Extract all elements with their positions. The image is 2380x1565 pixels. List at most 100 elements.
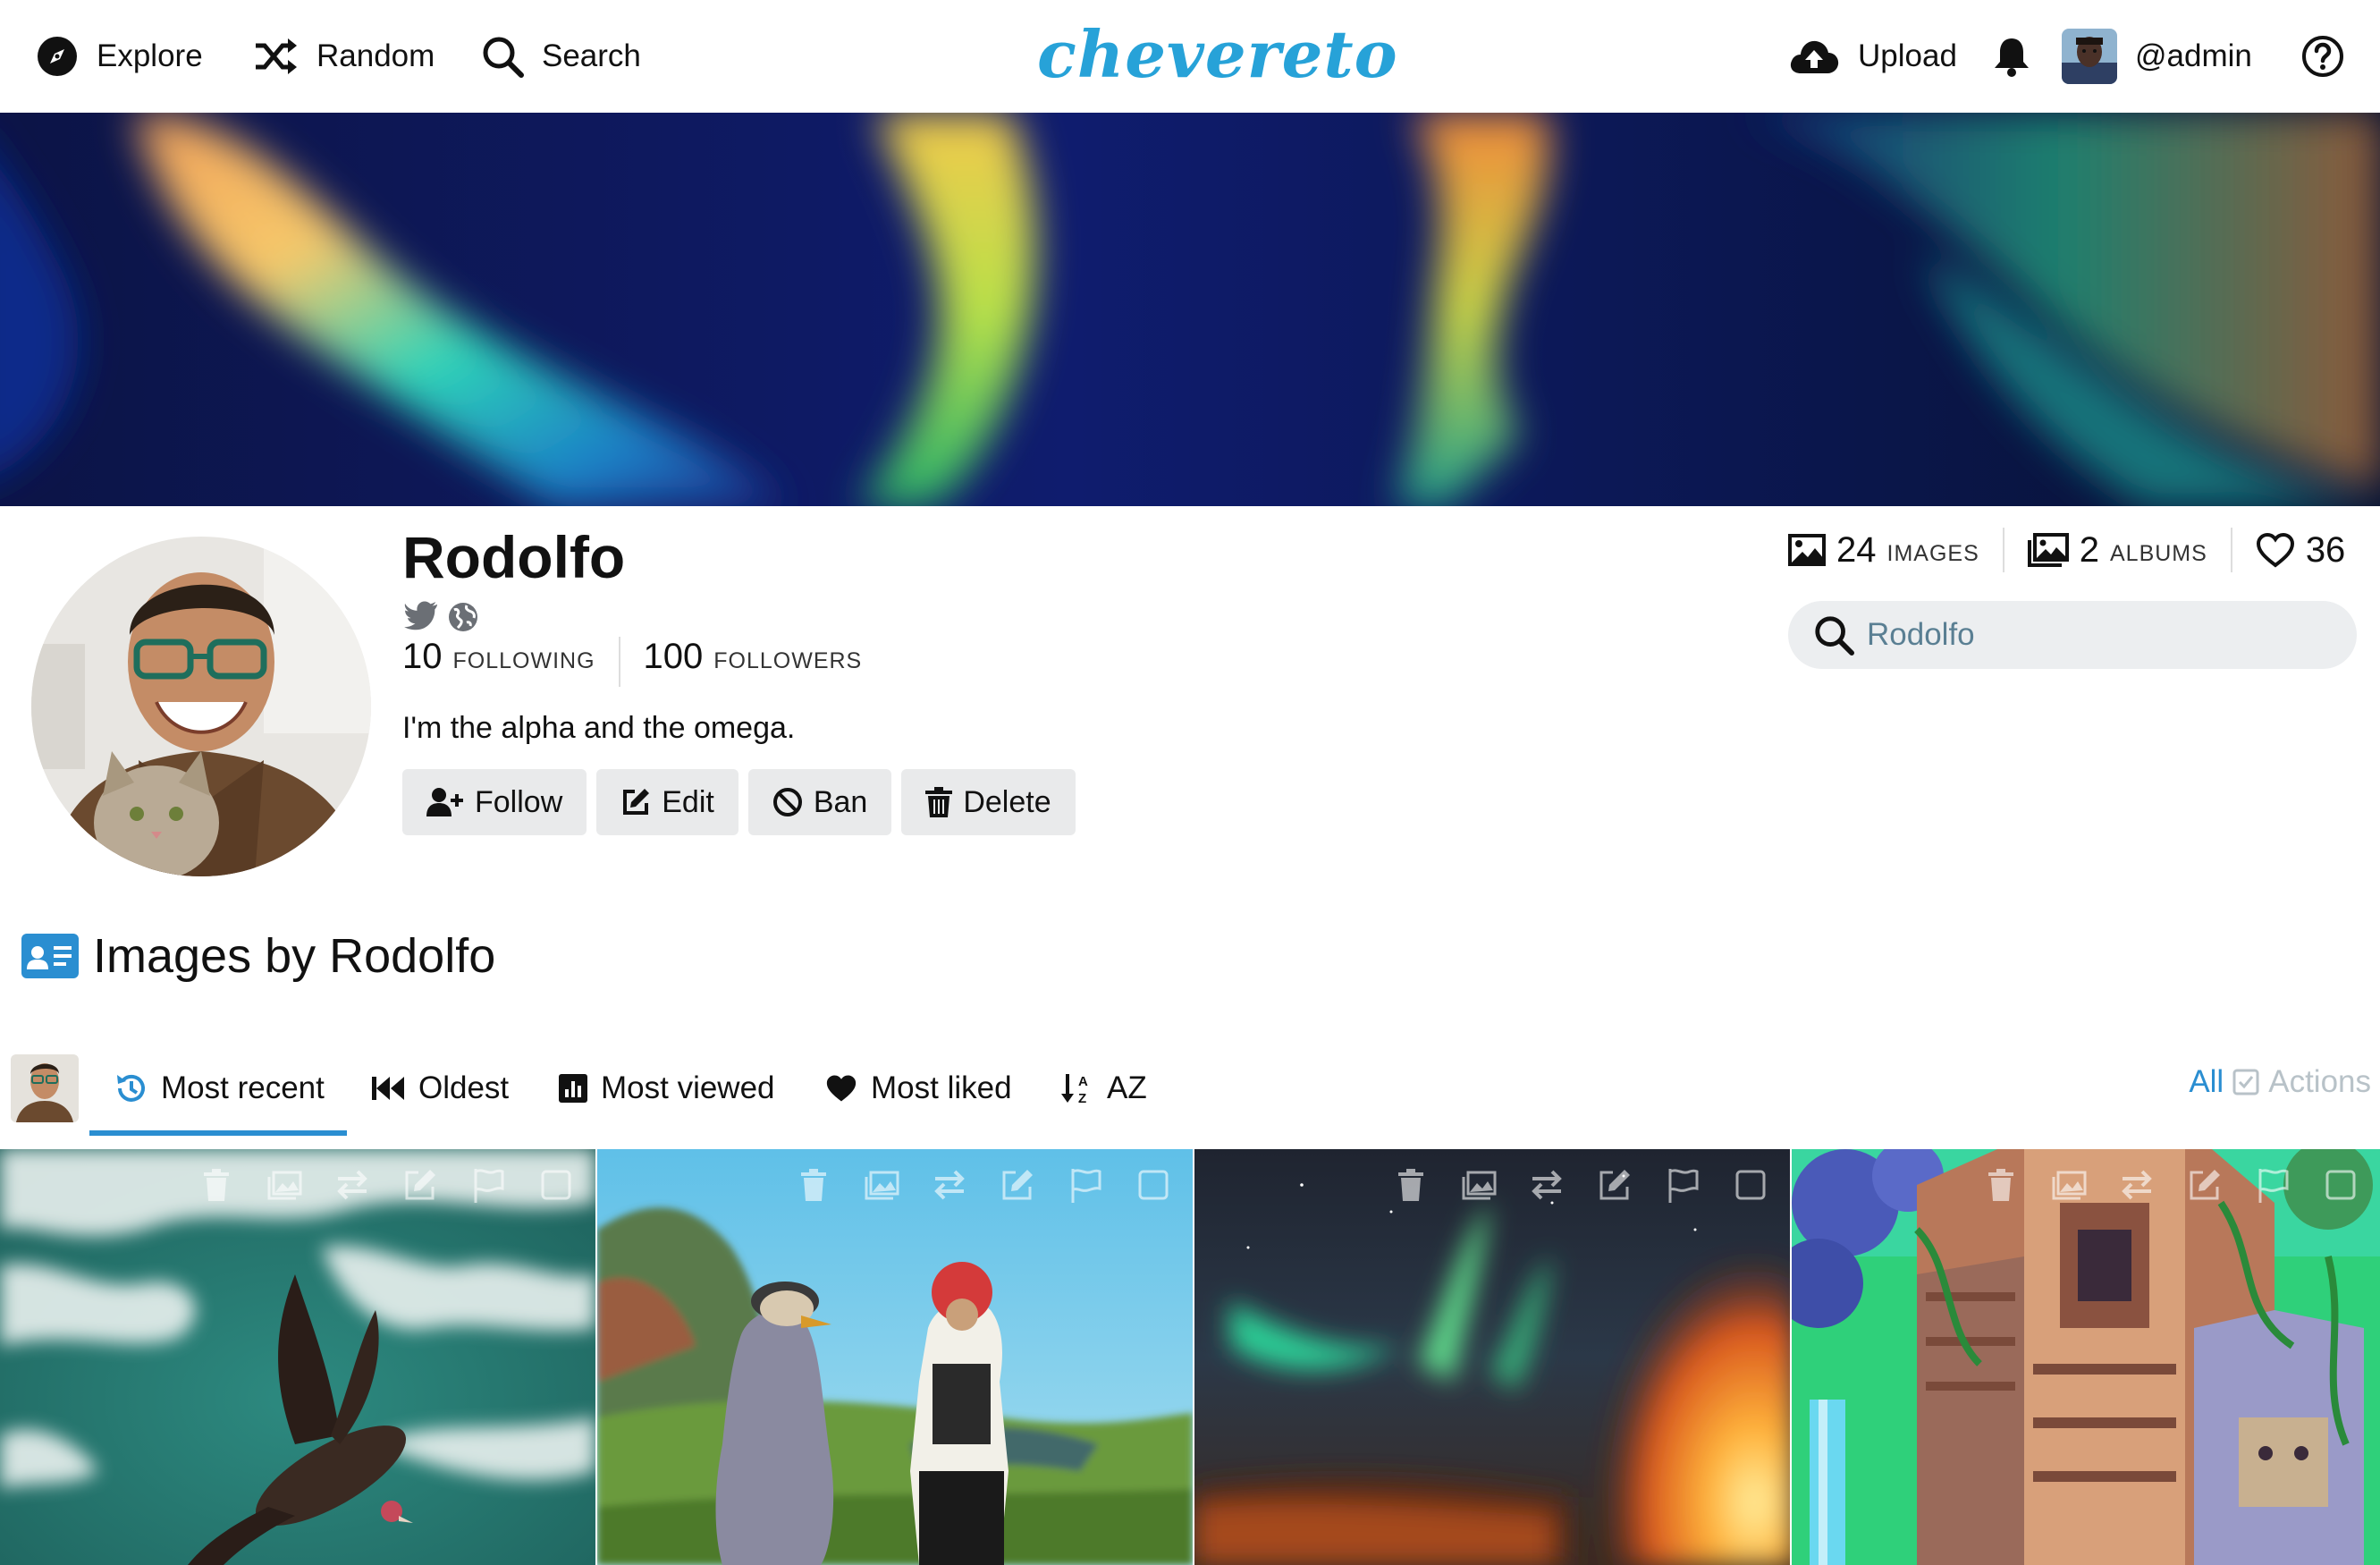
tab-most-recent-label: Most recent: [161, 1070, 325, 1105]
tab-most-recent[interactable]: Most recent: [114, 1037, 325, 1139]
edit-icon[interactable]: [399, 1163, 442, 1206]
image-tools: [1389, 1163, 1772, 1206]
tab-oldest-label: Oldest: [418, 1070, 510, 1105]
user-search-field[interactable]: [1788, 601, 2357, 669]
twitter-icon[interactable]: [404, 601, 438, 631]
select-checkbox-icon[interactable]: [535, 1163, 578, 1206]
following-label[interactable]: FOLLOWING: [453, 648, 595, 674]
section-title: Images by Rodolfo: [93, 929, 496, 983]
transfer-icon[interactable]: [2115, 1163, 2158, 1206]
follow-button[interactable]: Follow: [402, 769, 587, 835]
svg-text:A: A: [1078, 1074, 1088, 1089]
images-count: 24: [1836, 529, 1877, 570]
explore-link[interactable]: Explore: [36, 0, 203, 113]
edit-icon[interactable]: [996, 1163, 1039, 1206]
image-thumbnail-4[interactable]: [1792, 1149, 2380, 1565]
compass-icon: [38, 37, 77, 76]
search-link[interactable]: Search: [481, 0, 641, 113]
help-button[interactable]: [2301, 0, 2344, 113]
profile-cover-banner: [0, 113, 2380, 506]
trash-icon[interactable]: [1389, 1163, 1432, 1206]
id-card-icon: [21, 934, 79, 978]
likes-stat[interactable]: 36: [2256, 529, 2346, 571]
upload-button[interactable]: Upload: [1788, 0, 1957, 113]
trash-icon[interactable]: [792, 1163, 835, 1206]
image-tools: [1979, 1163, 2362, 1206]
tab-most-liked[interactable]: Most liked: [824, 1037, 1012, 1139]
transfer-icon[interactable]: [331, 1163, 374, 1206]
heart-icon: [2256, 532, 2294, 568]
globe-icon[interactable]: [447, 601, 479, 633]
actions-menu[interactable]: Actions: [2268, 1064, 2371, 1100]
heart-icon: [826, 1075, 857, 1102]
follow-stats: 10 FOLLOWING 100 FOLLOWERS: [402, 637, 862, 687]
follow-label: Follow: [475, 784, 563, 819]
delete-button[interactable]: Delete: [901, 769, 1076, 835]
user-search-input[interactable]: [1867, 617, 2332, 653]
list-actions: All Actions: [2189, 1037, 2371, 1127]
move-to-album-icon[interactable]: [263, 1163, 306, 1206]
upload-label: Upload: [1858, 38, 1957, 73]
divider: [2002, 528, 2004, 572]
profile-actions: Follow Edit Ban Delete: [402, 769, 1076, 835]
ban-icon: [772, 788, 802, 816]
edit-icon[interactable]: [2183, 1163, 2226, 1206]
tab-oldest[interactable]: Oldest: [372, 1037, 509, 1139]
images-stat[interactable]: 24 IMAGES: [1788, 530, 1979, 571]
ban-label: Ban: [813, 784, 868, 819]
image-icon: [1788, 534, 1826, 566]
shuffle-icon: [256, 38, 297, 74]
move-to-album-icon[interactable]: [2047, 1163, 2090, 1206]
bar-chart-icon: [559, 1074, 587, 1103]
edit-icon[interactable]: [1593, 1163, 1636, 1206]
checkbox-icon[interactable]: [2232, 1069, 2259, 1096]
random-link[interactable]: Random: [252, 0, 435, 113]
ban-button[interactable]: Ban: [747, 769, 892, 835]
move-to-album-icon[interactable]: [1457, 1163, 1500, 1206]
followers-count[interactable]: 100: [644, 637, 704, 677]
flag-icon[interactable]: [1661, 1163, 1704, 1206]
notifications-button[interactable]: [1992, 0, 2031, 113]
username-label: @admin: [2135, 38, 2252, 73]
random-label: Random: [316, 38, 435, 73]
sort-tabs: Most recent Oldest Most viewed Most like…: [0, 1037, 2380, 1139]
followers-label[interactable]: FOLLOWERS: [713, 648, 862, 674]
select-checkbox-icon[interactable]: [1132, 1163, 1175, 1206]
flag-icon[interactable]: [467, 1163, 510, 1206]
tab-most-viewed[interactable]: Most viewed: [558, 1037, 775, 1139]
active-tab-indicator: [89, 1130, 347, 1136]
transfer-icon[interactable]: [928, 1163, 971, 1206]
image-thumbnail-2[interactable]: [597, 1149, 1193, 1565]
edit-button[interactable]: Edit: [596, 769, 738, 835]
image-thumbnail-3[interactable]: [1194, 1149, 1790, 1565]
search-icon: [1815, 616, 1854, 656]
move-to-album-icon[interactable]: [860, 1163, 903, 1206]
transfer-icon[interactable]: [1525, 1163, 1568, 1206]
user-plus-icon: [426, 788, 463, 816]
bell-icon: [1995, 38, 2029, 77]
history-icon: [117, 1074, 145, 1102]
image-thumbnail-1[interactable]: [0, 1149, 595, 1565]
site-logo[interactable]: chevereto: [1037, 16, 1398, 92]
following-count[interactable]: 10: [402, 637, 443, 677]
top-navigation-bar: Explore Random Search chevereto Upload @…: [0, 0, 2380, 113]
likes-count: 36: [2305, 529, 2346, 570]
user-menu[interactable]: @admin: [2062, 0, 2252, 113]
search-icon: [483, 37, 524, 78]
delete-label: Delete: [963, 784, 1051, 819]
sort-alpha-icon: A Z: [1061, 1074, 1088, 1104]
flag-icon[interactable]: [2251, 1163, 2294, 1206]
select-checkbox-icon[interactable]: [1729, 1163, 1772, 1206]
flag-icon[interactable]: [1064, 1163, 1107, 1206]
edit-label: Edit: [662, 784, 714, 819]
tab-user-avatar[interactable]: [11, 1037, 79, 1139]
backward-icon: [372, 1077, 404, 1100]
trash-icon[interactable]: [1979, 1163, 2022, 1206]
select-all-link[interactable]: All: [2189, 1064, 2224, 1100]
tab-az[interactable]: A Z AZ: [1060, 1037, 1147, 1139]
albums-stat[interactable]: 2 ALBUMS: [2027, 530, 2207, 571]
tab-most-viewed-label: Most viewed: [601, 1070, 775, 1105]
trash-icon[interactable]: [195, 1163, 238, 1206]
profile-name: Rodolfo: [402, 524, 626, 590]
select-checkbox-icon[interactable]: [2319, 1163, 2362, 1206]
